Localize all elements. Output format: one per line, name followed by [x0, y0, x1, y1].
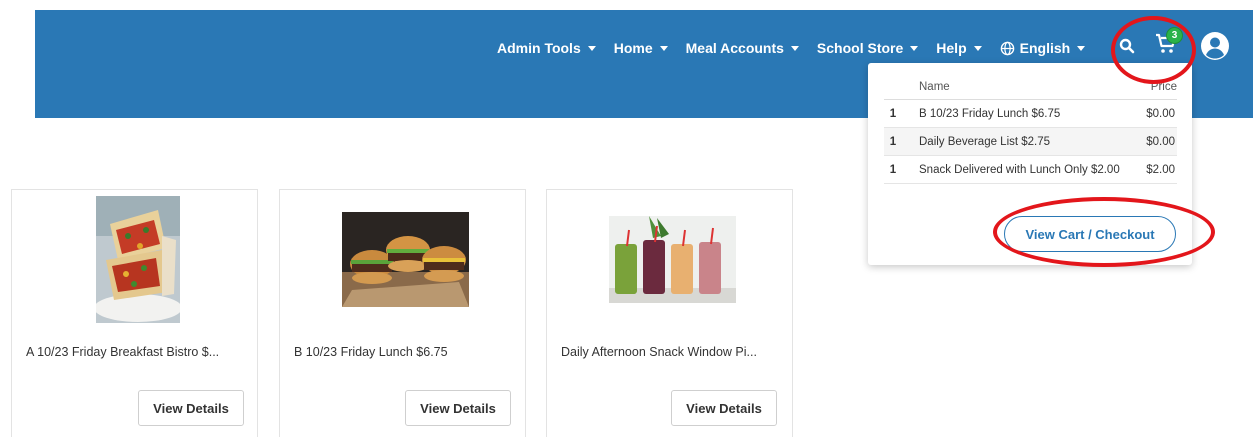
globe-icon	[1000, 41, 1015, 56]
product-image-burgers[interactable]	[342, 212, 469, 307]
caret-down-icon	[910, 45, 919, 51]
annotation-circle-cart	[1111, 16, 1196, 84]
item-price: $2.00	[1142, 155, 1177, 184]
product-image-smoothies[interactable]	[609, 216, 736, 303]
caret-down-icon	[659, 45, 668, 51]
nav-school-store[interactable]: School Store	[816, 40, 919, 56]
item-price: $0.00	[1142, 99, 1177, 128]
view-details-button[interactable]: View Details	[671, 390, 777, 426]
main-nav: Admin Tools Home Meal Accounts School St…	[497, 36, 1103, 60]
cart-row: 1 Snack Delivered with Lunch Only $2.00 …	[884, 155, 1177, 184]
nav-label: Help	[936, 40, 967, 56]
product-card: B 10/23 Friday Lunch $6.75 View Details	[279, 189, 526, 437]
nav-admin-tools[interactable]: Admin Tools	[497, 40, 596, 56]
user-avatar-icon[interactable]	[1200, 31, 1230, 66]
nav-label: English	[1019, 40, 1071, 56]
column-header-name: Name	[902, 79, 1143, 100]
item-name: Snack Delivered with Lunch Only $2.00	[902, 155, 1143, 184]
nav-home[interactable]: Home	[614, 40, 668, 56]
item-name: Daily Beverage List $2.75	[902, 127, 1143, 156]
caret-down-icon	[790, 45, 799, 51]
annotation-circle-checkout	[993, 197, 1215, 267]
nav-label: Home	[613, 40, 653, 56]
nav-label: Meal Accounts	[685, 40, 784, 56]
product-image-breakfast-wrap[interactable]	[96, 196, 180, 323]
view-details-button[interactable]: View Details	[138, 390, 244, 426]
cart-row: 1 B 10/23 Friday Lunch $6.75 $0.00	[884, 99, 1177, 128]
item-price: $0.00	[1142, 127, 1177, 156]
nav-label: Admin Tools	[497, 40, 581, 56]
cart-items-table: Name Price 1 B 10/23 Friday Lunch $6.75 …	[884, 79, 1177, 184]
nav-language[interactable]: English	[1000, 40, 1086, 56]
caret-down-icon	[973, 45, 982, 51]
nav-meal-accounts[interactable]: Meal Accounts	[686, 40, 799, 56]
item-qty: 1	[884, 99, 902, 128]
product-card: A 10/23 Friday Breakfast Bistro $... Vie…	[11, 189, 258, 437]
nav-label: School Store	[816, 40, 904, 56]
nav-help[interactable]: Help	[936, 40, 982, 56]
caret-down-icon	[587, 45, 596, 51]
product-title[interactable]: B 10/23 Friday Lunch $6.75	[294, 345, 448, 359]
item-qty: 1	[884, 155, 902, 184]
product-card: Daily Afternoon Snack Window Pi... View …	[546, 189, 793, 437]
caret-down-icon	[1077, 45, 1086, 51]
item-name: B 10/23 Friday Lunch $6.75	[902, 99, 1143, 128]
view-details-button[interactable]: View Details	[405, 390, 511, 426]
cart-row: 1 Daily Beverage List $2.75 $0.00	[884, 127, 1177, 156]
item-qty: 1	[884, 127, 902, 156]
product-title[interactable]: A 10/23 Friday Breakfast Bistro $...	[26, 345, 219, 359]
product-title[interactable]: Daily Afternoon Snack Window Pi...	[561, 345, 757, 359]
